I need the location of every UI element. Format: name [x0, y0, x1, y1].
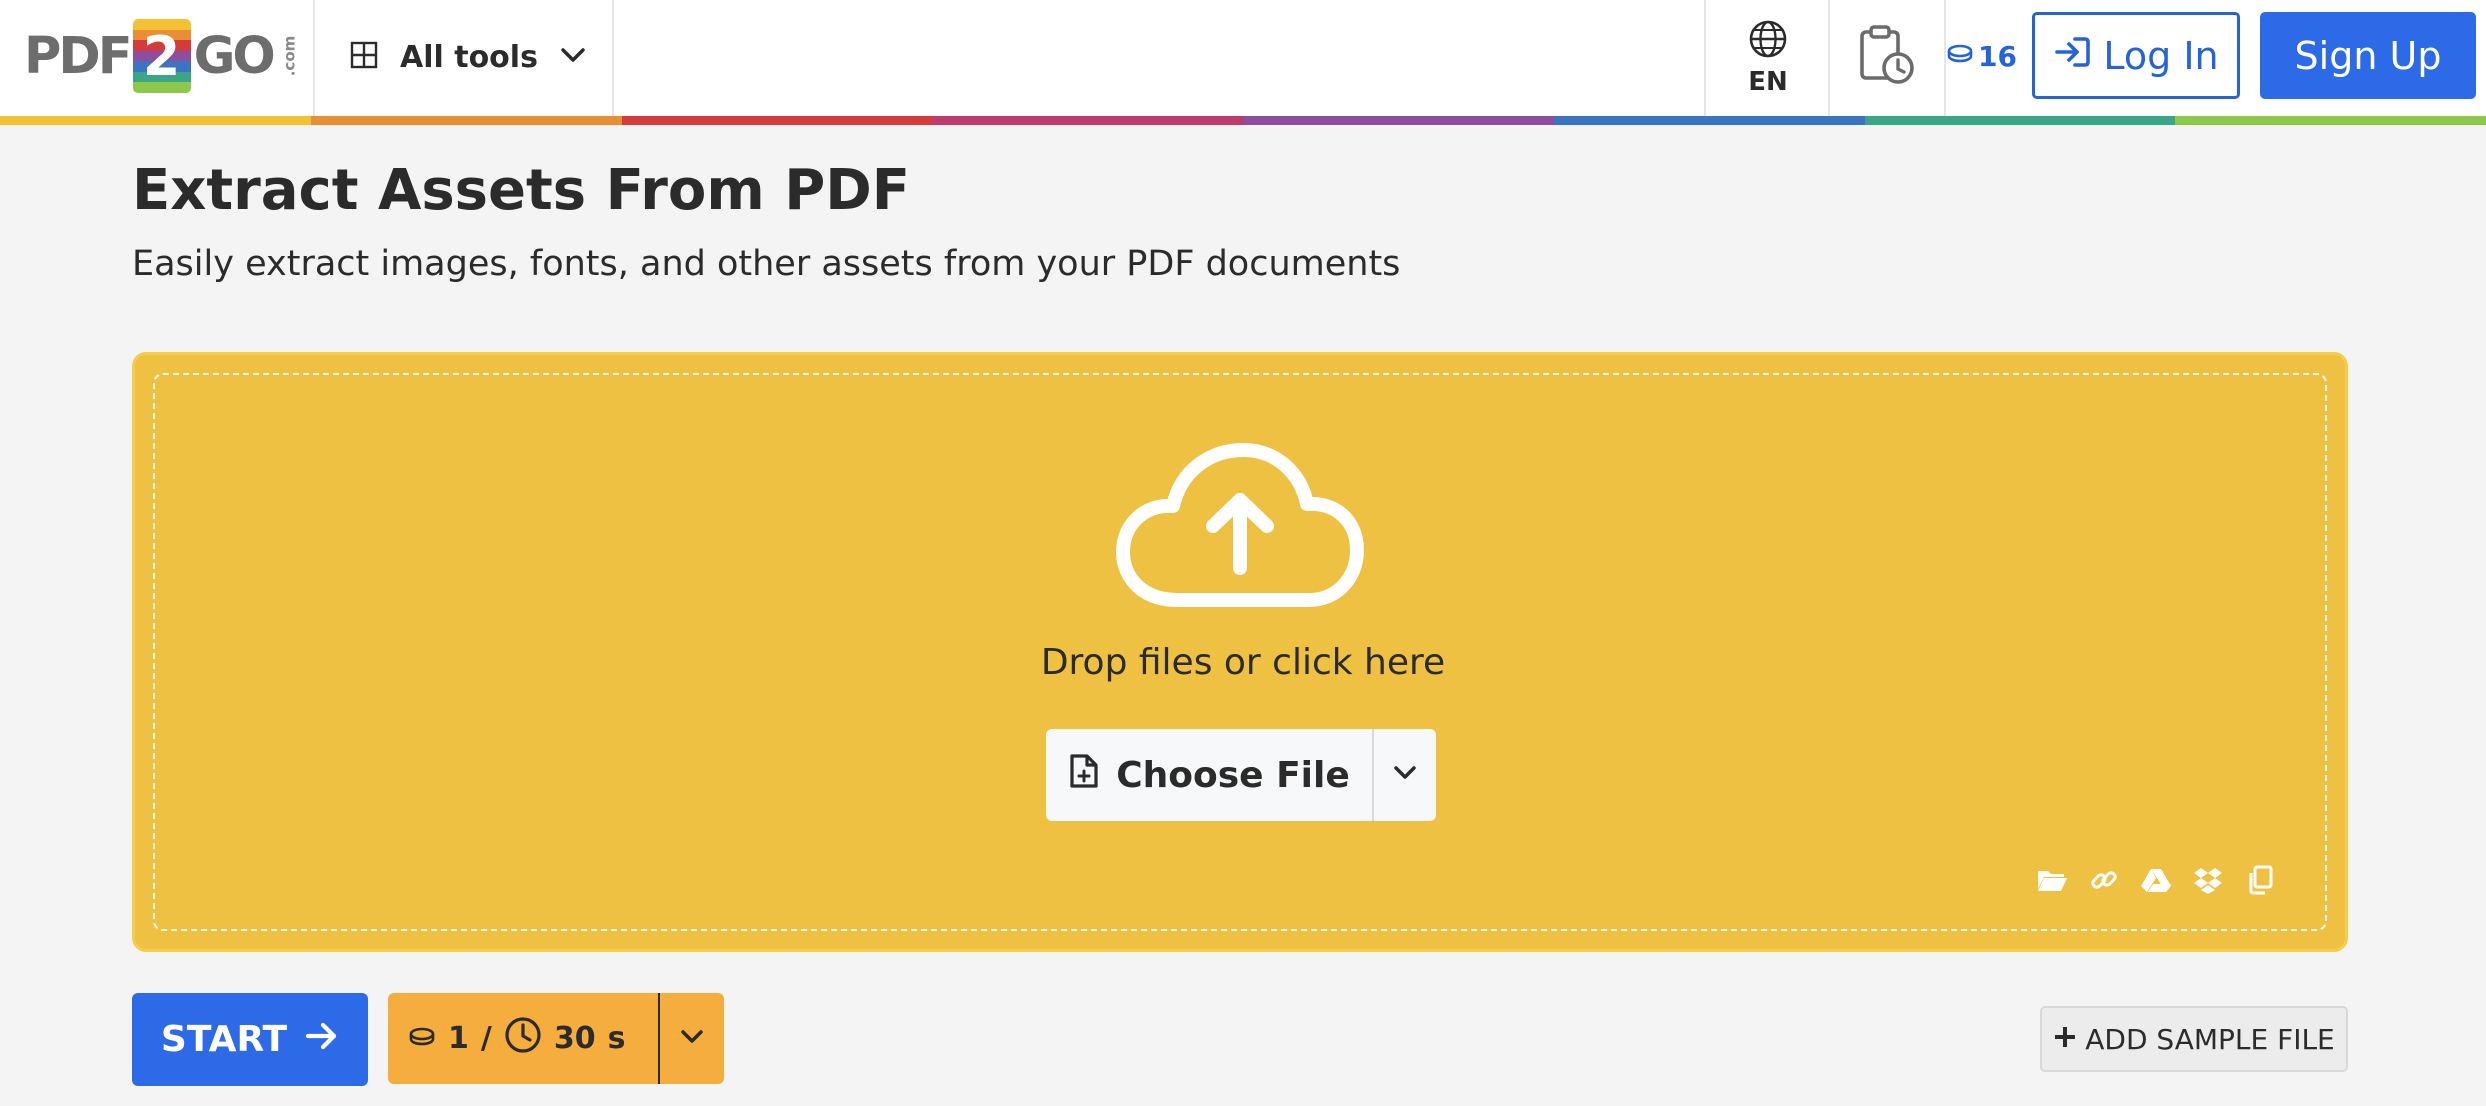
conversion-cost-info[interactable]: 1 / 30 s	[388, 993, 660, 1084]
login-button[interactable]: Log In	[2032, 12, 2240, 99]
clipboard-clock-icon	[1858, 24, 1916, 90]
all-tools-menu-button[interactable]: All tools	[350, 22, 586, 92]
sign-in-icon	[2053, 34, 2091, 78]
rainbow-segment	[1553, 116, 1865, 125]
link-icon[interactable]	[2088, 864, 2120, 896]
upload-source-icons	[2036, 864, 2276, 896]
chevron-down-icon	[1393, 765, 1417, 785]
folder-icon[interactable]	[2036, 864, 2068, 896]
rainbow-segment	[2175, 116, 2486, 125]
choose-file-dropdown-toggle[interactable]	[1374, 729, 1436, 821]
language-selector[interactable]: EN	[1708, 16, 1828, 100]
header-divider	[313, 0, 315, 116]
rainbow-segment	[0, 116, 311, 125]
add-sample-file-label: ADD SAMPLE FILE	[2085, 1022, 2335, 1056]
choose-file-label: Choose File	[1116, 754, 1350, 796]
choose-file-button-group: Choose File	[1046, 729, 1436, 821]
rainbow-segment	[932, 116, 1243, 125]
all-tools-label: All tools	[400, 39, 538, 75]
conversion-cost-selector: 1 / 30 s	[388, 993, 724, 1084]
arrow-right-icon	[305, 1019, 339, 1060]
cost-time-unit: s	[607, 1021, 626, 1056]
rainbow-segment	[310, 116, 622, 125]
chevron-down-icon	[680, 1029, 704, 1049]
credits-counter[interactable]: 16	[1946, 34, 2017, 78]
clock-icon	[504, 1016, 542, 1062]
logo-text-pdf: PDF	[24, 26, 133, 86]
plus-icon	[2053, 1023, 2077, 1056]
chevron-down-icon	[560, 46, 586, 68]
rainbow-divider	[0, 116, 2486, 125]
page-subtitle: Easily extract images, fonts, and other …	[132, 244, 1401, 284]
pdf2go-logo[interactable]: PDF 2 GO .com	[24, 16, 309, 96]
start-button[interactable]: START	[132, 993, 368, 1086]
credits-count: 16	[1978, 39, 2017, 73]
signup-button[interactable]: Sign Up	[2260, 12, 2476, 99]
coins-icon	[1946, 40, 1976, 73]
coins-icon	[408, 1021, 436, 1056]
logo-text-go: GO	[193, 26, 276, 86]
globe-icon	[1748, 19, 1788, 63]
history-button[interactable]	[1852, 22, 1922, 92]
logo-suffix: .com	[280, 35, 299, 77]
start-label: START	[160, 1019, 288, 1060]
cloud-upload-icon[interactable]	[1115, 440, 1365, 610]
cost-separator: /	[480, 1021, 492, 1056]
file-add-icon	[1068, 752, 1100, 799]
cost-credits: 1	[448, 1021, 469, 1056]
clipboard-icon[interactable]	[2244, 864, 2276, 896]
add-sample-file-button[interactable]: ADD SAMPLE FILE	[2040, 1006, 2348, 1072]
dropzone-prompt: Drop files or click here	[1040, 642, 1446, 683]
header-divider	[1828, 0, 1830, 116]
rainbow-segment	[1864, 116, 2176, 125]
page-title: Extract Assets From PDF	[132, 158, 910, 223]
logo-digit: 2	[142, 24, 181, 88]
rainbow-segment	[1243, 116, 1554, 125]
rainbow-segment	[621, 116, 933, 125]
header-divider	[612, 0, 614, 116]
logo-digit-badge: 2	[132, 19, 191, 93]
google-drive-icon[interactable]	[2140, 864, 2172, 896]
language-code: EN	[1748, 67, 1788, 97]
cost-dropdown-toggle[interactable]	[660, 1029, 724, 1049]
dropbox-icon[interactable]	[2192, 864, 2224, 896]
login-label: Log In	[2103, 33, 2219, 78]
top-navigation-bar: PDF 2 GO .com All tools EN 16 Log In Sig…	[0, 0, 2486, 116]
choose-file-button[interactable]: Choose File	[1046, 729, 1374, 821]
cost-time: 30	[553, 1021, 596, 1056]
grid-icon	[350, 41, 378, 73]
header-divider	[1704, 0, 1706, 116]
signup-label: Sign Up	[2294, 33, 2442, 78]
